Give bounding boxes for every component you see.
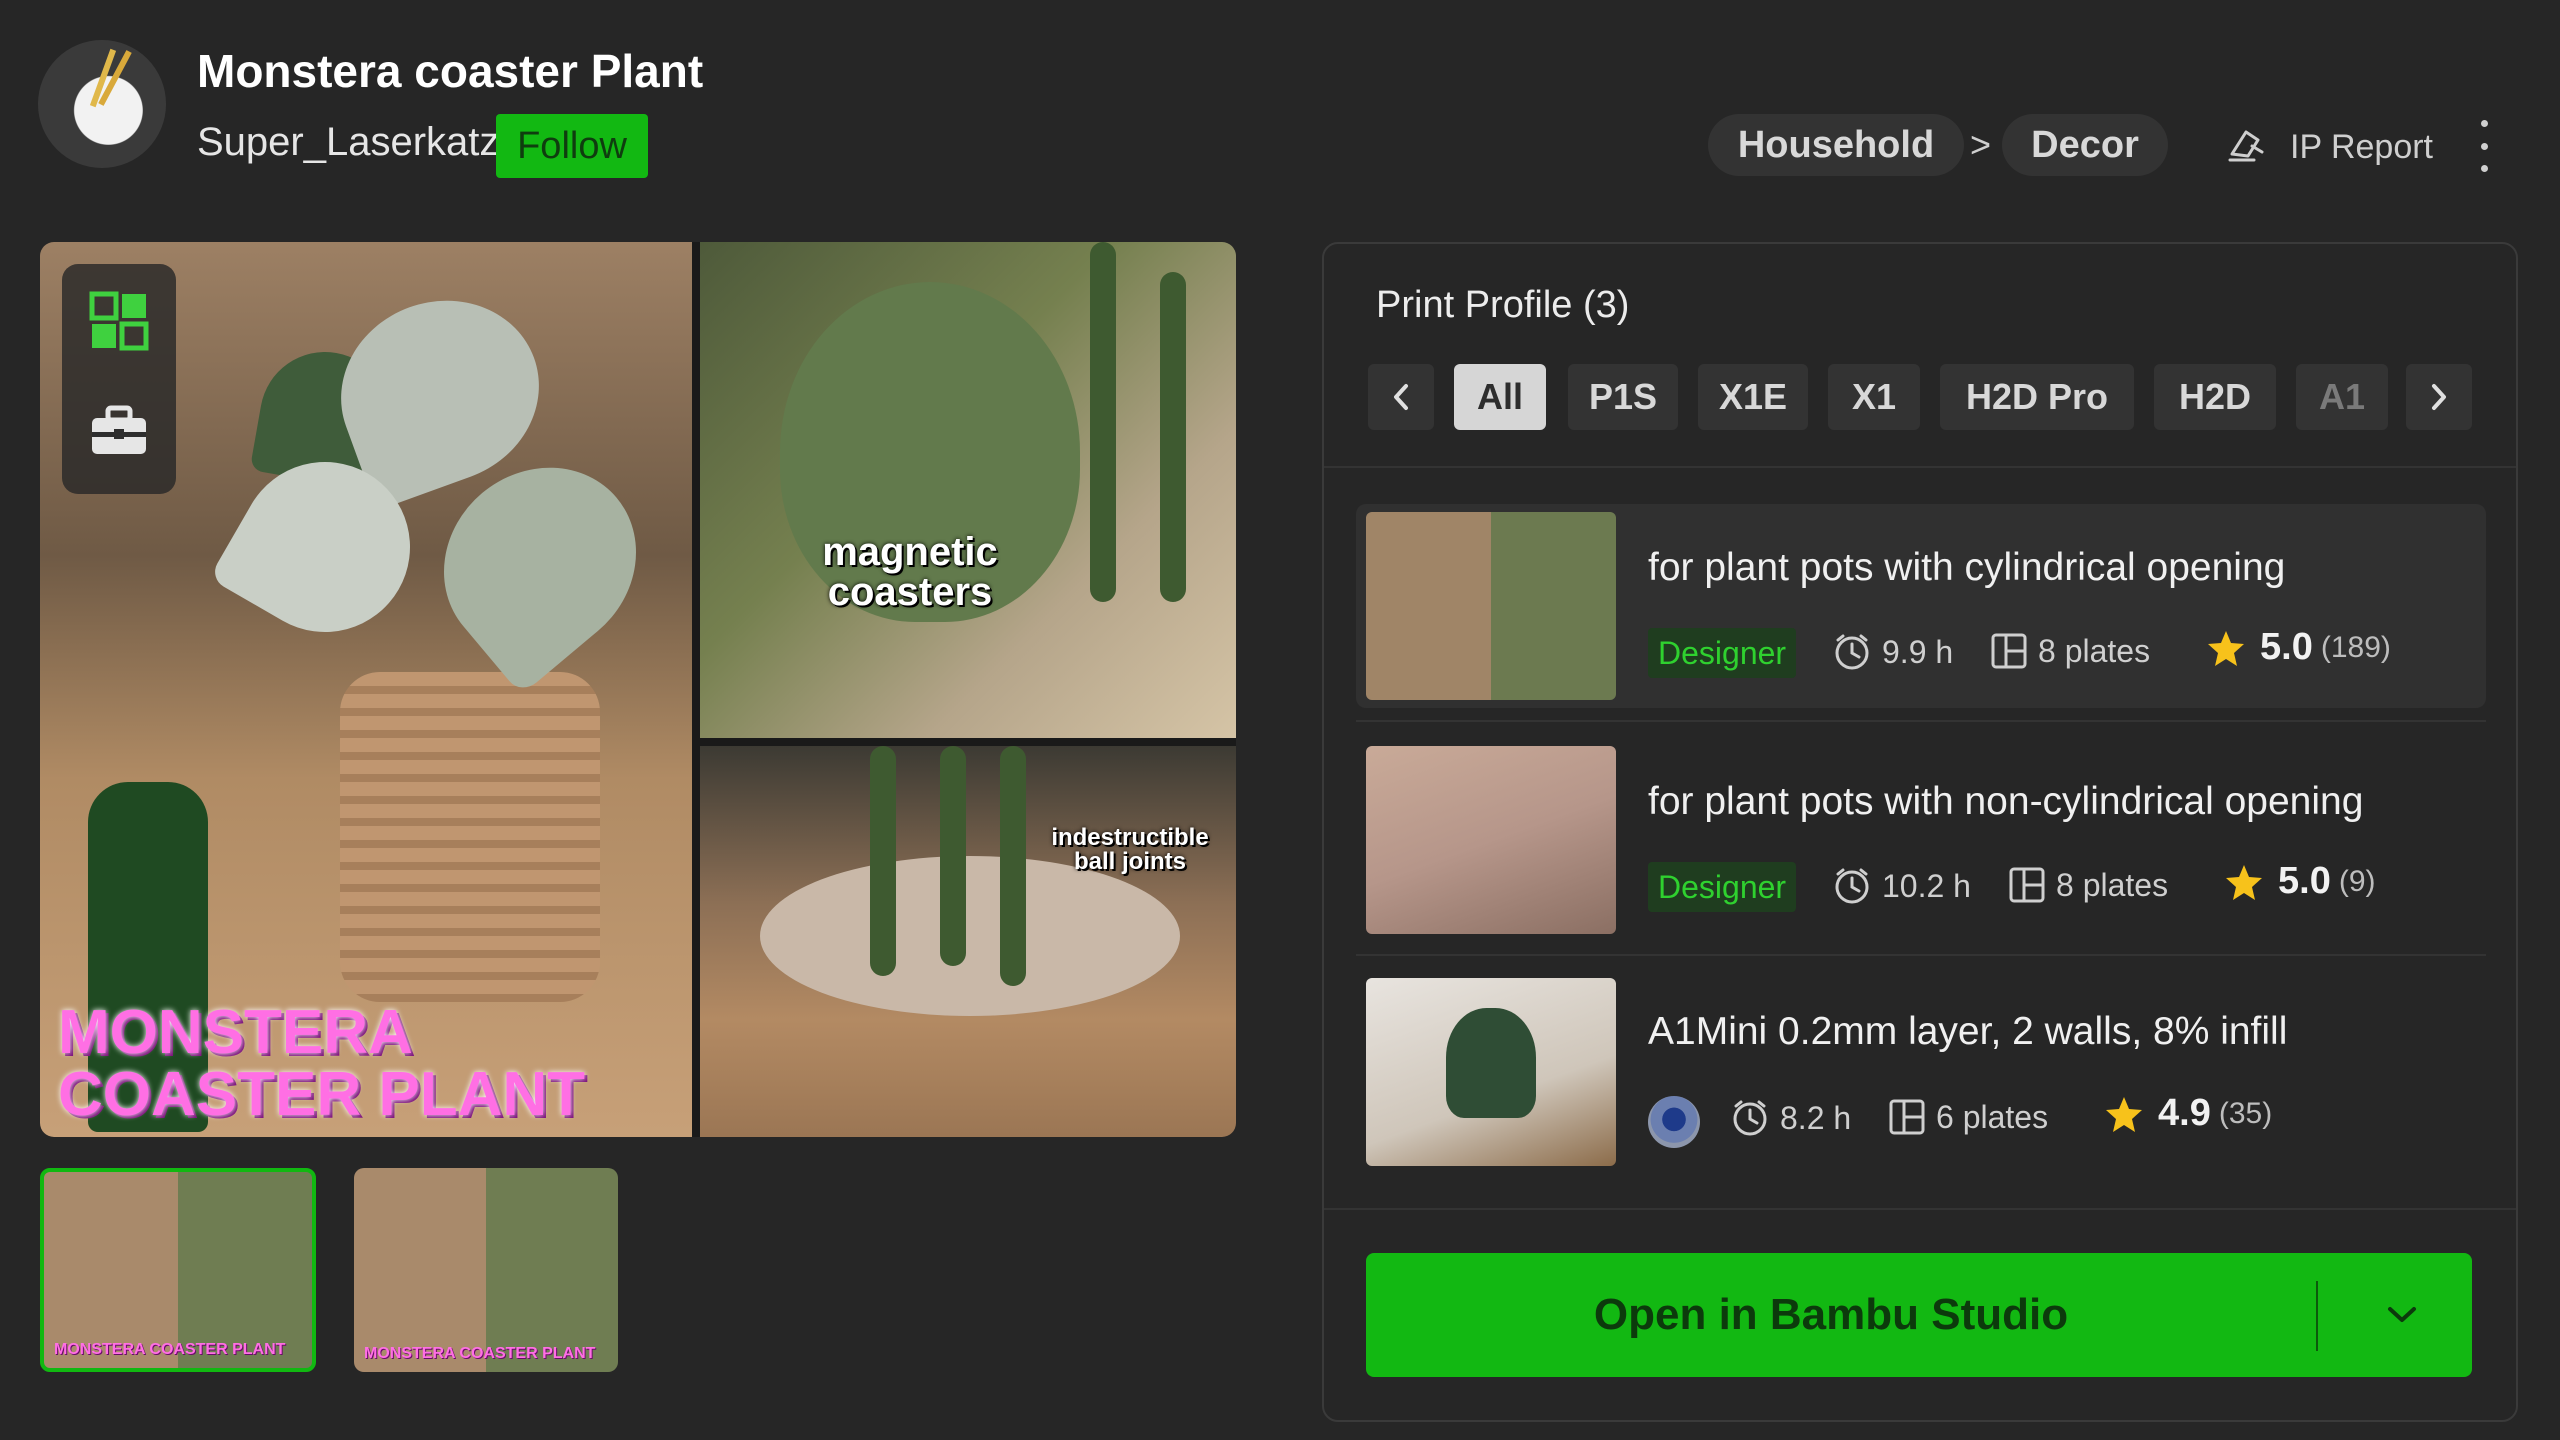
main-image[interactable]: MONSTERA COASTER PLANT magnetic coasters… [40, 242, 1236, 1137]
plate-count-value: 8 plates [2038, 632, 2151, 669]
filter-chip-x1e[interactable]: X1E [1698, 364, 1808, 430]
profile-title[interactable]: A1Mini 0.2mm layer, 2 walls, 8% infill [1648, 1010, 2287, 1054]
rating-value: 5.0 [2260, 626, 2313, 668]
divider [1324, 1208, 2516, 1210]
gallery-thumbnail[interactable]: MONSTERA COASTER PLANT [354, 1168, 618, 1372]
rating-count: (35) [2218, 1096, 2273, 1130]
filter-prev-button[interactable] [1368, 364, 1434, 430]
breadcrumb-decor[interactable]: Decor [2002, 114, 2168, 176]
profile-author-avatar[interactable] [1648, 1096, 1700, 1148]
more-icon[interactable] [2472, 120, 2496, 172]
toolbox-icon[interactable] [88, 404, 150, 458]
thumbnail-label: MONSTERA COASTER PLANT [54, 1341, 286, 1358]
filter-chip-h2d-pro[interactable]: H2D Pro [1940, 364, 2134, 430]
filter-chip-all[interactable]: All [1454, 364, 1546, 430]
star-icon [2208, 630, 2244, 666]
magnetic-overlay-text: magnetic coasters [822, 530, 998, 614]
chevron-left-icon [1394, 384, 1408, 410]
brand-overlay-text: MONSTERA COASTER PLANT [58, 998, 585, 1129]
divider [1356, 720, 2486, 722]
plates-icon [1889, 1099, 1925, 1135]
plate-count-value: 8 plates [2056, 866, 2169, 903]
stem-shape [870, 746, 896, 976]
star-icon [2226, 864, 2262, 900]
chevron-right-icon [2432, 384, 2446, 410]
author-name[interactable]: Super_Laserkatz [197, 120, 499, 165]
filter-chip-h2d[interactable]: H2D [2154, 364, 2276, 430]
profile-rating: 5.0 (189) [2206, 626, 2391, 669]
divider [1324, 466, 2516, 468]
breadcrumb-household[interactable]: Household [1708, 114, 1964, 176]
more-dot [2480, 165, 2488, 172]
profile-thumbnail[interactable] [1366, 512, 1616, 700]
gallery-thumbnail[interactable]: MONSTERA COASTER PLANT [40, 1168, 316, 1372]
designer-badge: Designer [1648, 628, 1797, 678]
more-dot [2480, 120, 2488, 127]
designer-badge: Designer [1648, 862, 1797, 912]
rating-count: (9) [2338, 864, 2376, 898]
pot-shape [340, 672, 600, 1002]
plates-icon [2009, 867, 2045, 903]
filter-chip-p1s[interactable]: P1S [1568, 364, 1678, 430]
image-panel-coaster: magnetic coasters [700, 242, 1236, 738]
filter-chip-a1[interactable]: A1 [2296, 364, 2388, 430]
divider [1356, 954, 2486, 956]
stem-shape [1000, 746, 1026, 986]
rating-value: 4.9 [2158, 1092, 2211, 1134]
clock-icon [1733, 1100, 1767, 1136]
profile-title[interactable]: for plant pots with non-cylindrical open… [1648, 780, 2363, 824]
clock-icon [1835, 868, 1869, 904]
plant-shape [1446, 1008, 1536, 1118]
ball-joints-overlay-text: indestructible ball joints [1051, 824, 1209, 875]
rating-count: (189) [2320, 630, 2391, 664]
image-panel-joints: indestructible ball joints [700, 746, 1236, 1137]
chevron-down-icon [2388, 1307, 2416, 1322]
profile-rating: 4.9 (35) [2104, 1092, 2272, 1135]
plate-count: 8 plates [2008, 866, 2168, 904]
thumbnail-label: MONSTERA COASTER PLANT [364, 1345, 596, 1362]
model-tool-panel [62, 264, 176, 494]
ip-report-icon[interactable] [2224, 124, 2268, 168]
profile-thumbnail[interactable] [1366, 978, 1616, 1166]
breadcrumb-separator: > [1970, 124, 1992, 165]
pot-rim-shape [760, 856, 1180, 1016]
star-icon [2106, 1096, 2142, 1132]
plates-icon [1991, 633, 2027, 669]
more-dot [2480, 142, 2488, 150]
rating-value: 5.0 [2278, 860, 2331, 902]
model-cube-icon[interactable] [88, 290, 150, 352]
filter-chip-x1[interactable]: X1 [1828, 364, 1920, 430]
print-time-value: 10.2 h [1882, 867, 1971, 904]
print-time: 8.2 h [1730, 1098, 1851, 1138]
plate-count: 8 plates [1990, 632, 2150, 670]
stem-shape [1160, 272, 1186, 602]
print-time: 9.9 h [1832, 632, 1953, 672]
follow-button[interactable]: Follow [496, 114, 648, 178]
print-time: 10.2 h [1832, 866, 1971, 906]
author-avatar[interactable] [38, 40, 166, 168]
ip-report-link[interactable]: IP Report [2290, 128, 2433, 167]
open-button-label: Open in Bambu Studio [1593, 1290, 2069, 1339]
profile-rating: 5.0 (9) [2224, 860, 2376, 903]
plate-count: 6 plates [1888, 1098, 2048, 1136]
stem-shape [1090, 242, 1116, 602]
print-profile-title: Print Profile (3) [1376, 284, 1630, 326]
profile-thumbnail[interactable] [1366, 746, 1616, 934]
print-time-value: 8.2 h [1780, 1099, 1852, 1136]
open-in-bambu-studio-button[interactable]: Open in Bambu Studio [1366, 1253, 2472, 1377]
filter-next-button[interactable] [2406, 364, 2472, 430]
page-title: Monstera coaster Plant [197, 45, 704, 97]
stem-shape [940, 746, 966, 966]
profile-title[interactable]: for plant pots with cylindrical opening [1648, 546, 2285, 590]
plate-count-value: 6 plates [1936, 1098, 2049, 1135]
print-time-value: 9.9 h [1882, 633, 1954, 670]
button-separator [2316, 1281, 2318, 1351]
open-options-dropdown[interactable] [2332, 1253, 2472, 1377]
clock-icon [1835, 634, 1869, 670]
